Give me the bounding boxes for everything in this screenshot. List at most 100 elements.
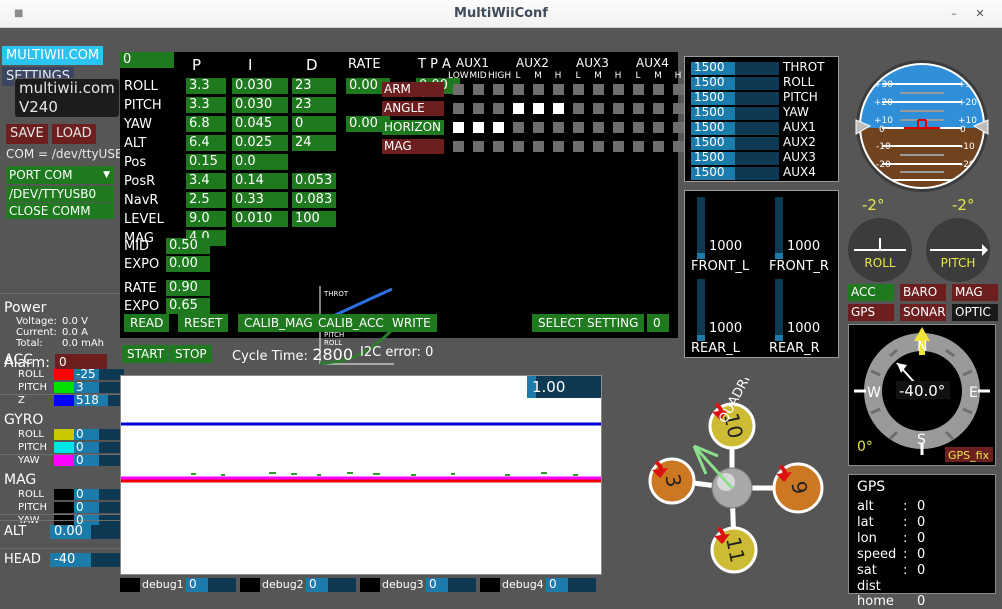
aux-checkbox-angle-0[interactable]: [453, 103, 464, 114]
pid-p-level[interactable]: 9.0: [186, 211, 226, 227]
aux-checkbox-arm-7[interactable]: [593, 84, 604, 95]
sensor-graph-panel[interactable]: 1.00: [120, 375, 602, 575]
power-total-value: 0.0 mAh: [62, 338, 104, 349]
aux-checkbox-horizon-1[interactable]: [473, 122, 484, 133]
aux-checkbox-horizon-8[interactable]: [613, 122, 624, 133]
curve-row-value-0[interactable]: 0.50: [166, 238, 210, 254]
port-com-value[interactable]: /DEV/TTYUSB0: [6, 186, 114, 202]
pid-d-pitch[interactable]: 23: [292, 97, 336, 113]
aux-checkbox-mag-7[interactable]: [593, 141, 604, 152]
pid-d-roll[interactable]: 23: [292, 78, 336, 94]
aux-checkbox-horizon-2[interactable]: [493, 122, 504, 133]
port-com-dropdown[interactable]: PORT COM ▼: [6, 166, 114, 184]
aux-checkbox-angle-5[interactable]: [553, 103, 564, 114]
aux-checkbox-arm-11[interactable]: [673, 84, 684, 95]
aux-checkbox-angle-10[interactable]: [653, 103, 664, 114]
aux-checkbox-horizon-6[interactable]: [573, 122, 584, 133]
pid-p-roll[interactable]: 3.3: [186, 78, 226, 94]
curve-row-value-1[interactable]: 0.00: [166, 256, 210, 272]
aux-checkbox-mag-2[interactable]: [493, 141, 504, 152]
curve-row-value-3[interactable]: 0.65: [166, 298, 210, 314]
aux-checkbox-mag-3[interactable]: [513, 141, 524, 152]
close-comm-button[interactable]: CLOSE COMM: [6, 203, 114, 219]
curve-row-value-2[interactable]: 0.90: [166, 280, 210, 296]
button-calib-mag[interactable]: CALIB_MAG: [238, 314, 319, 332]
button-write[interactable]: WRITE: [386, 314, 437, 332]
pid-i-alt[interactable]: 0.025: [232, 135, 288, 151]
pid-d-navr[interactable]: 0.083: [292, 192, 336, 208]
pid-d-posr[interactable]: 0.053: [292, 173, 336, 189]
aux-checkbox-arm-9[interactable]: [633, 84, 644, 95]
start-button[interactable]: START: [122, 345, 169, 363]
aux-checkbox-horizon-9[interactable]: [633, 122, 644, 133]
pid-i-level[interactable]: 0.010: [232, 211, 288, 227]
pid-i-yaw[interactable]: 0.045: [232, 116, 288, 132]
roll-dial: ROLL: [848, 218, 912, 282]
aux-checkbox-mag-11[interactable]: [673, 141, 684, 152]
select-setting-button[interactable]: SELECT SETTING: [532, 314, 644, 332]
aux-checkbox-horizon-3[interactable]: [513, 122, 524, 133]
aux-checkbox-angle-8[interactable]: [613, 103, 624, 114]
aux-checkbox-arm-6[interactable]: [573, 84, 584, 95]
pid-p-yaw[interactable]: 6.8: [186, 116, 226, 132]
aux-checkbox-horizon-5[interactable]: [553, 122, 564, 133]
aux-checkbox-horizon-11[interactable]: [673, 122, 684, 133]
aux-checkbox-mag-8[interactable]: [613, 141, 624, 152]
pid-d-level[interactable]: 100: [292, 211, 336, 227]
aux-checkbox-angle-4[interactable]: [533, 103, 544, 114]
aux-checkbox-horizon-4[interactable]: [533, 122, 544, 133]
pid-d-yaw[interactable]: 0: [292, 116, 336, 132]
aux-checkbox-mag-6[interactable]: [573, 141, 584, 152]
pid-d-alt[interactable]: 24: [292, 135, 336, 151]
quadcopter-model[interactable]: 10 3 9 11 QUADRICOPTER X: [608, 378, 846, 578]
pid-i-pitch[interactable]: 0.030: [232, 97, 288, 113]
pid-p-navr[interactable]: 2.5: [186, 192, 226, 208]
select-setting-value[interactable]: 0: [647, 314, 669, 332]
aux-checkbox-mag-9[interactable]: [633, 141, 644, 152]
load-button[interactable]: LOAD: [52, 124, 96, 144]
save-button[interactable]: SAVE: [6, 124, 48, 144]
aux-checkbox-horizon-10[interactable]: [653, 122, 664, 133]
aux-checkbox-arm-0[interactable]: [453, 84, 464, 95]
sensor-graph[interactable]: 1.00: [120, 375, 602, 575]
tab-multiwii-com[interactable]: MULTIWII.COM: [2, 46, 103, 65]
aux-checkbox-angle-2[interactable]: [493, 103, 504, 114]
aux-checkbox-arm-2[interactable]: [493, 84, 504, 95]
graph-scale-box[interactable]: 1.00: [527, 376, 601, 398]
rc-channel-value: 1500: [694, 91, 725, 104]
aux-checkbox-mag-4[interactable]: [533, 141, 544, 152]
pid-i-posr[interactable]: 0.14: [232, 173, 288, 189]
pid-i-navr[interactable]: 0.33: [232, 192, 288, 208]
pid-i-roll[interactable]: 0.030: [232, 78, 288, 94]
aux-checkbox-arm-5[interactable]: [553, 84, 564, 95]
pid-p-alt[interactable]: 6.4: [186, 135, 226, 151]
aux-checkbox-angle-11[interactable]: [673, 103, 684, 114]
aux-checkbox-angle-3[interactable]: [513, 103, 524, 114]
aux-checkbox-arm-10[interactable]: [653, 84, 664, 95]
aux-checkbox-arm-1[interactable]: [473, 84, 484, 95]
setting-index-value[interactable]: 0: [120, 52, 174, 68]
pid-i-pos[interactable]: 0.0: [232, 154, 288, 170]
aux-checkbox-mag-1[interactable]: [473, 141, 484, 152]
button-calib-acc[interactable]: CALIB_ACC: [312, 314, 390, 332]
aux-checkbox-mag-5[interactable]: [553, 141, 564, 152]
pid-p-pitch[interactable]: 3.3: [186, 97, 226, 113]
aux-checkbox-angle-1[interactable]: [473, 103, 484, 114]
aux-checkbox-mag-0[interactable]: [453, 141, 464, 152]
aux-checkbox-arm-4[interactable]: [533, 84, 544, 95]
button-read[interactable]: READ: [124, 314, 169, 332]
pid-p-posr[interactable]: 3.4: [186, 173, 226, 189]
minimize-button[interactable]: –: [946, 6, 962, 22]
stop-button[interactable]: STOP: [170, 345, 212, 363]
aux-checkbox-angle-7[interactable]: [593, 103, 604, 114]
aux-checkbox-angle-6[interactable]: [573, 103, 584, 114]
aux-checkbox-horizon-7[interactable]: [593, 122, 604, 133]
aux-checkbox-angle-9[interactable]: [633, 103, 644, 114]
aux-checkbox-arm-3[interactable]: [513, 84, 524, 95]
aux-checkbox-mag-10[interactable]: [653, 141, 664, 152]
close-button[interactable]: ✕: [972, 6, 988, 22]
aux-checkbox-horizon-0[interactable]: [453, 122, 464, 133]
button-reset[interactable]: RESET: [178, 314, 228, 332]
aux-checkbox-arm-8[interactable]: [613, 84, 624, 95]
pid-p-pos[interactable]: 0.15: [186, 154, 226, 170]
